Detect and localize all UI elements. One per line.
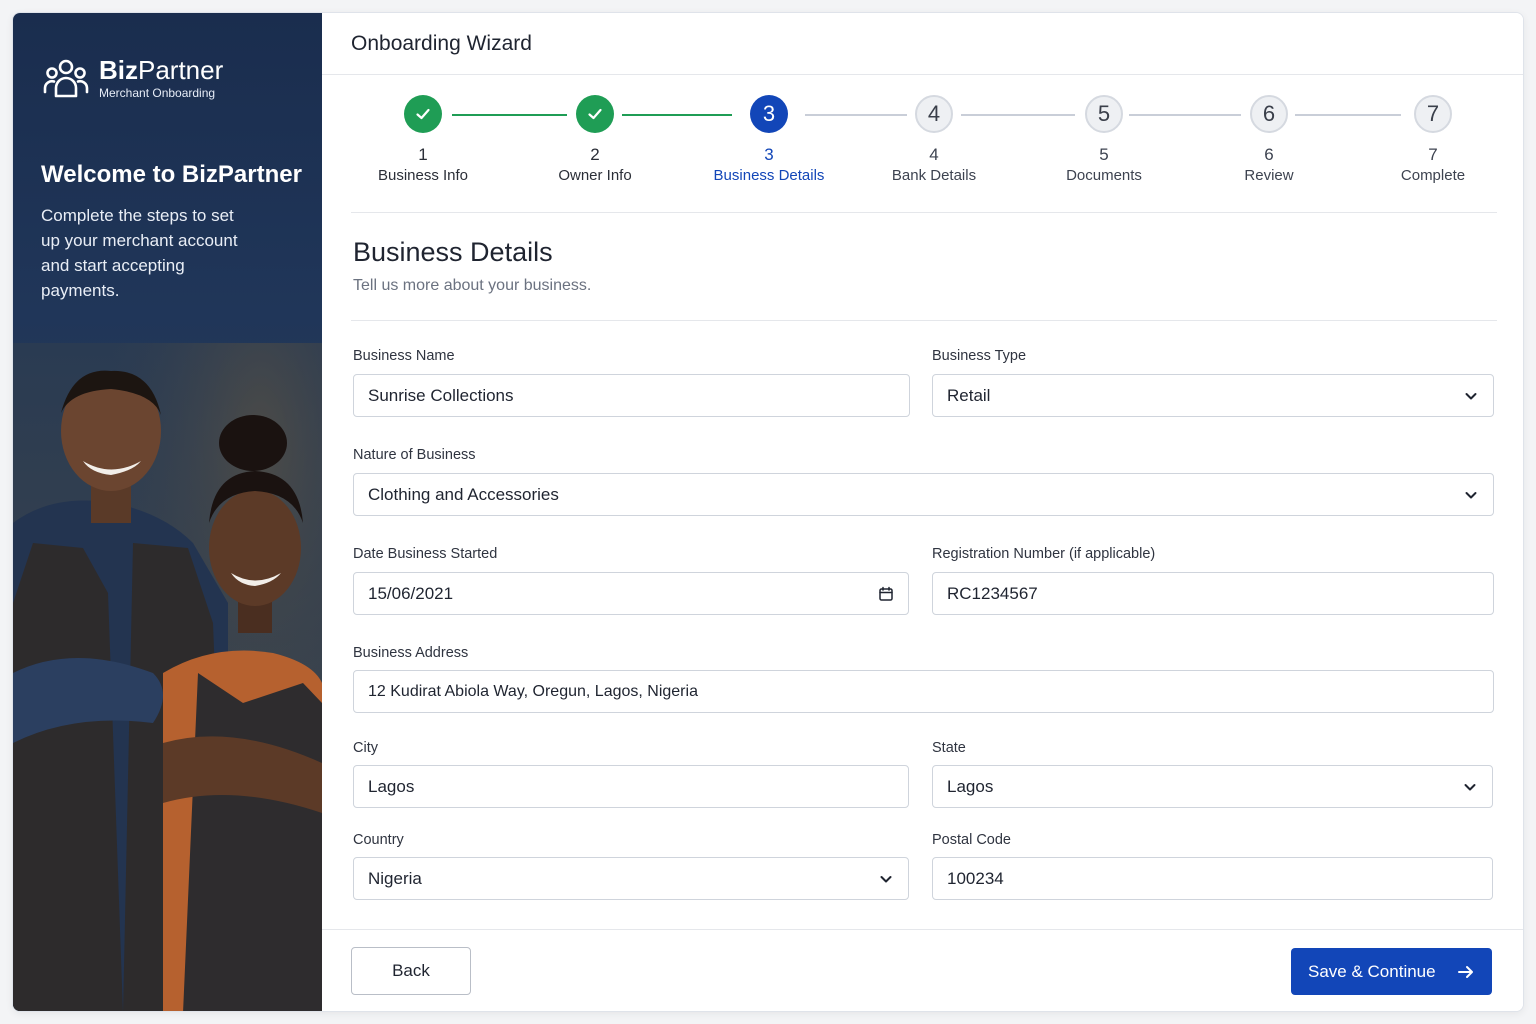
page-title: Onboarding Wizard (351, 31, 532, 55)
state-label: State (932, 740, 966, 756)
welcome-text: Complete the steps to set up your mercha… (41, 206, 238, 300)
sidebar: BizPartner Merchant Onboarding Welcome t… (13, 13, 322, 1011)
address-label: Business Address (353, 645, 469, 661)
step-bank-details[interactable]: 4 4 Bank Details (854, 95, 1014, 184)
business-type-label: Business Type (932, 348, 1027, 364)
step-business-details[interactable]: 3 3 Business Details (689, 95, 849, 184)
business-name-input[interactable]: Sunrise Collections (353, 374, 910, 417)
state-select[interactable]: Lagos (932, 765, 1493, 808)
date-started-label: Date Business Started (353, 546, 498, 562)
step-complete[interactable]: 7 7 Complete (1353, 95, 1513, 184)
back-button[interactable]: Back (351, 947, 471, 995)
registration-label: Registration Number (if applicable) (932, 546, 1156, 562)
step-number: 7 (1428, 145, 1438, 164)
step-label: Business Details (713, 167, 825, 184)
postal-label: Postal Code (932, 832, 1011, 848)
nature-label: Nature of Business (353, 447, 476, 463)
business-type-value: Retail (947, 385, 991, 405)
step-circle (404, 95, 442, 133)
state-value: Lagos (947, 776, 994, 796)
brand-text: BizPartner Merchant Onboarding (99, 57, 223, 100)
step-business-info[interactable]: 1 Business Info (343, 95, 503, 184)
step-number: 3 (764, 145, 774, 164)
step-label: Business Info (377, 167, 469, 184)
address-input[interactable]: 12 Kudirat Abiola Way, Oregun, Lagos, Ni… (353, 670, 1494, 713)
step-label: Review (1244, 167, 1294, 184)
business-type-select[interactable]: Retail (932, 374, 1494, 417)
chevron-down-icon (1448, 766, 1492, 807)
city-input[interactable]: Lagos (353, 765, 909, 808)
country-select[interactable]: Nigeria (353, 857, 909, 900)
step-circle: 4 (915, 95, 953, 133)
city-label: City (353, 740, 378, 756)
address-value: 12 Kudirat Abiola Way, Oregun, Lagos, Ni… (368, 682, 698, 700)
step-label: Bank Details (891, 167, 977, 184)
brand-name: BizPartner (99, 55, 224, 85)
step-label: Owner Info (558, 167, 632, 184)
welcome-title: Welcome to BizPartner (41, 161, 302, 188)
stepper: 1 Business Info 2 Owner Info 3 3 Busines… (351, 75, 1497, 213)
nature-value: Clothing and Accessories (368, 484, 559, 504)
main-panel: Onboarding Wizard 1 Business Info 2 Owne… (322, 13, 1523, 1011)
step-review[interactable]: 6 6 Review (1189, 95, 1349, 184)
section-header: Business Details Tell us more about your… (351, 213, 1497, 321)
step-owner-info[interactable]: 2 Owner Info (515, 95, 675, 184)
step-number: 5 (1099, 145, 1109, 164)
save-continue-label: Save & Continue (1308, 961, 1436, 981)
section-subtitle: Tell us more about your business. (353, 277, 592, 294)
step-label: Documents (1066, 167, 1142, 184)
save-continue-button[interactable]: Save & Continue (1291, 948, 1492, 995)
step-number: 1 (418, 145, 428, 164)
people-icon (43, 59, 89, 97)
brand-subtitle: Merchant Onboarding (99, 86, 216, 100)
nature-select[interactable]: Clothing and Accessories (353, 473, 1494, 516)
postal-input[interactable]: 100234 (932, 857, 1493, 900)
step-number: 2 (590, 145, 600, 164)
step-documents[interactable]: 5 5 Documents (1024, 95, 1184, 184)
arrow-right-icon (1458, 965, 1473, 978)
step-label: Complete (1400, 167, 1466, 184)
date-started-value: 15/06/2021 (368, 583, 454, 603)
business-name-value: Sunrise Collections (368, 385, 514, 405)
chevron-down-icon (864, 858, 908, 899)
wizard-footer: Back Save & Continue (322, 929, 1523, 1011)
step-circle: 7 (1414, 95, 1452, 133)
country-value: Nigeria (368, 868, 422, 888)
chevron-down-icon (1449, 474, 1493, 515)
brand-logo: BizPartner Merchant Onboarding (43, 57, 223, 100)
app-window: BizPartner Merchant Onboarding Welcome t… (12, 12, 1524, 1012)
date-started-input[interactable]: 15/06/2021 (353, 572, 909, 615)
step-number: 6 (1264, 145, 1274, 164)
step-circle: 6 (1250, 95, 1288, 133)
registration-input[interactable]: RC1234567 (932, 572, 1494, 615)
registration-value: RC1234567 (947, 583, 1038, 603)
check-icon (588, 108, 602, 120)
postal-value: 100234 (947, 868, 1004, 888)
merchants-photo (13, 343, 322, 1011)
check-icon (416, 108, 430, 120)
step-number: 4 (929, 145, 939, 164)
calendar-icon[interactable] (864, 573, 908, 614)
wizard-header: Onboarding Wizard (322, 13, 1523, 75)
step-circle (576, 95, 614, 133)
city-value: Lagos (368, 776, 415, 796)
step-circle: 3 (750, 95, 788, 133)
business-name-label: Business Name (353, 348, 455, 364)
section-title: Business Details (353, 237, 553, 267)
chevron-down-icon (1449, 375, 1493, 416)
country-label: Country (353, 832, 404, 848)
step-circle: 5 (1085, 95, 1123, 133)
